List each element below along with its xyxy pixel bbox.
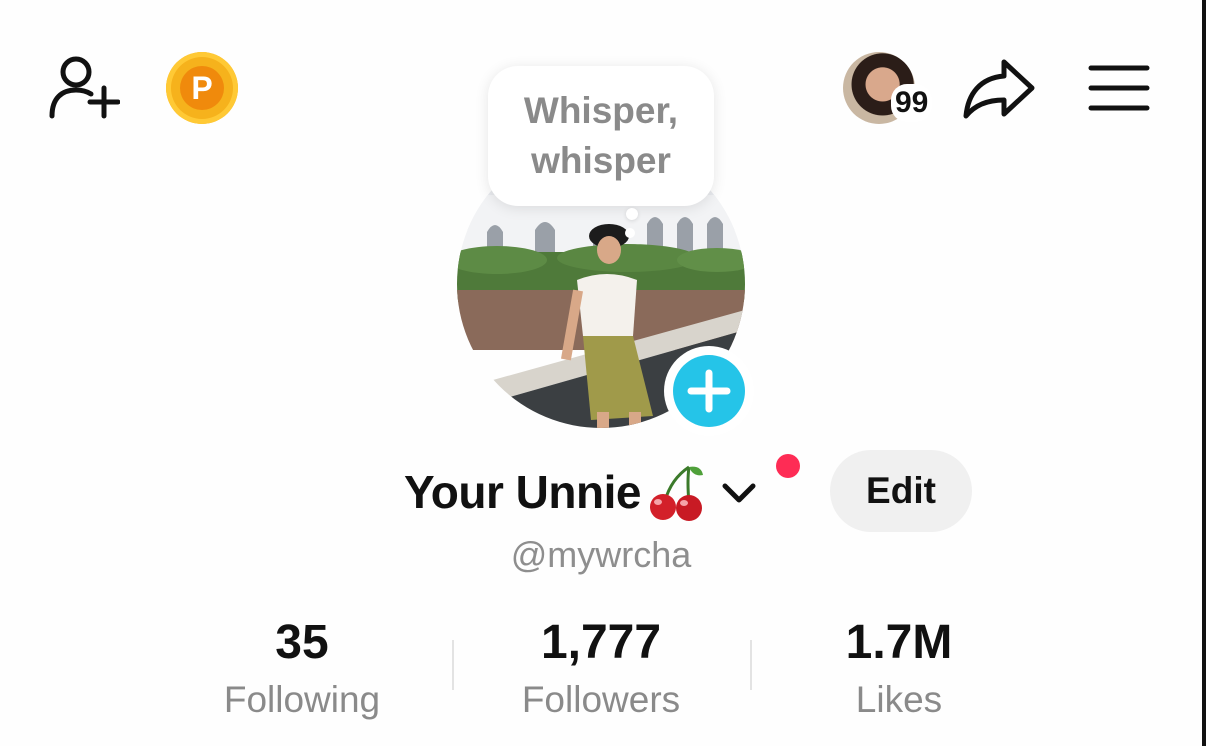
hamburger-menu-icon [1088, 65, 1150, 111]
add-friend-button[interactable] [48, 54, 121, 120]
username-handle: @mywrcha [510, 534, 692, 575]
stat-value: 35 [275, 616, 329, 669]
add-story-button[interactable] [664, 346, 754, 436]
stat-label: Followers [521, 679, 681, 720]
display-name: Your Unnie [404, 466, 641, 518]
whisper-tooltip[interactable]: Whisper, whisper [488, 66, 714, 206]
stat-label: Following [223, 679, 381, 720]
menu-button[interactable] [1088, 64, 1150, 112]
points-coin-icon: P [180, 66, 224, 110]
stat-label: Likes [855, 679, 943, 720]
story-view-count: 99 [891, 84, 933, 122]
stat-value: 1.7M [845, 616, 953, 669]
add-user-icon [49, 56, 121, 119]
stat-following[interactable]: 35 Following [152, 612, 452, 726]
notification-dot [776, 454, 800, 478]
tooltip-line-1: Whisper, [523, 90, 679, 131]
screen-edge [1202, 0, 1206, 746]
name-row: Your Unnie [404, 452, 763, 532]
share-arrow-icon [963, 59, 1035, 119]
tooltip-tail-dot [625, 228, 635, 238]
tooltip-line-2: whisper [531, 140, 671, 181]
cherries-icon [649, 465, 703, 521]
points-coin-button[interactable]: P [166, 52, 238, 124]
stat-likes[interactable]: 1.7M Likes [749, 612, 1049, 726]
plus-icon [673, 355, 745, 427]
account-switcher-button[interactable] [715, 468, 763, 516]
stat-followers[interactable]: 1,777 Followers [451, 612, 751, 726]
chevron-down-icon [722, 483, 756, 503]
edit-profile-button[interactable]: Edit [830, 450, 972, 532]
tooltip-tail [626, 208, 638, 220]
share-button[interactable] [962, 56, 1036, 122]
stat-value: 1,777 [540, 616, 662, 669]
